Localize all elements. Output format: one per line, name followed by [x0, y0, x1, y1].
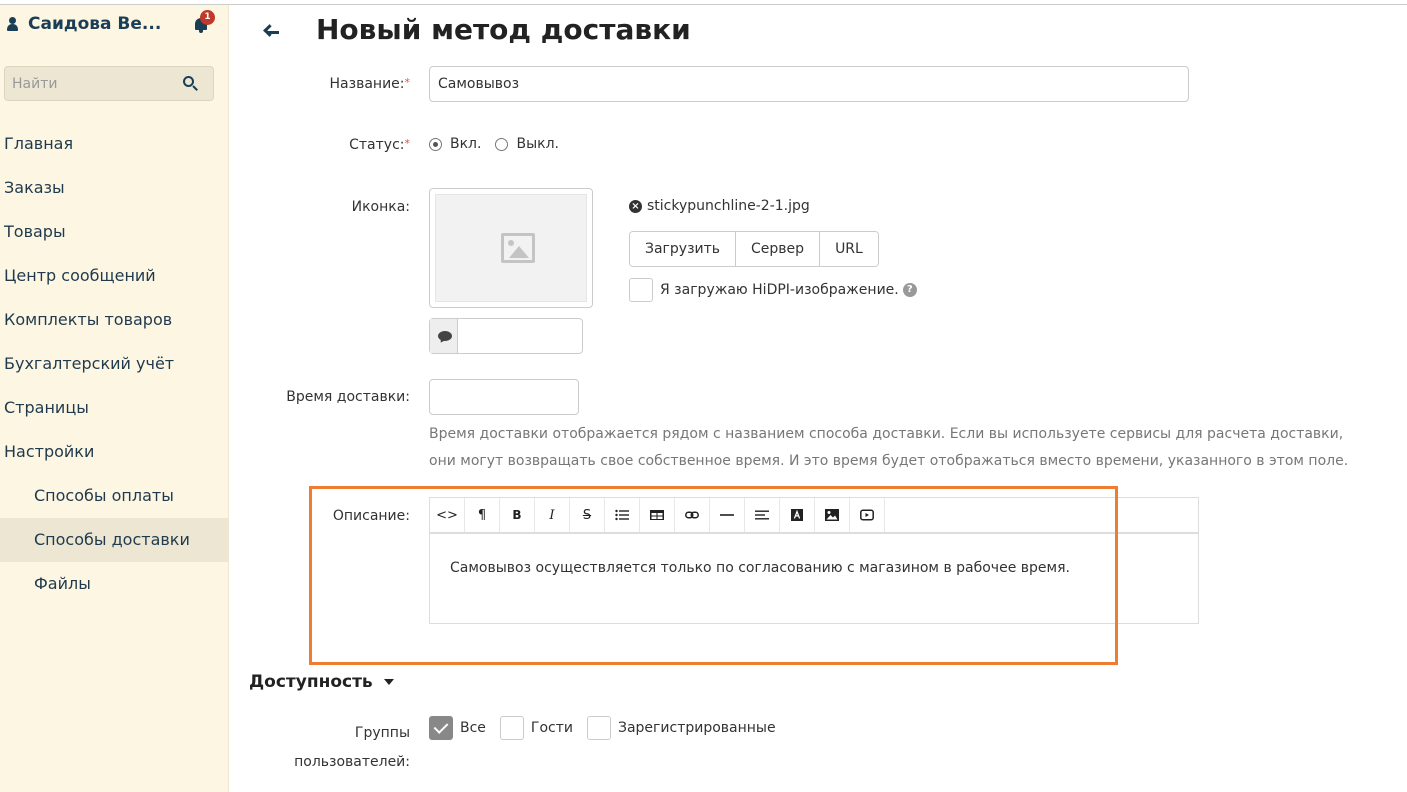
- sidebar-item-delivery-methods[interactable]: Способы доставки: [0, 518, 229, 562]
- italic-button[interactable]: I: [535, 498, 570, 532]
- sidebar-item-message-center[interactable]: Центр сообщений: [0, 254, 229, 298]
- availability-title: Доступность: [249, 672, 373, 692]
- search-box: [4, 66, 214, 101]
- hidpi-checkbox[interactable]: [629, 278, 653, 302]
- status-label: Статус:*: [260, 137, 410, 153]
- uploaded-file: × stickypunchline-2-1.jpg: [629, 198, 810, 214]
- back-arrow-icon[interactable]: [262, 22, 282, 42]
- status-on-radio[interactable]: [429, 137, 442, 151]
- status-on-label[interactable]: Вкл.: [450, 136, 481, 152]
- sidebar-item-accounting[interactable]: Бухгалтерский учёт: [0, 342, 229, 386]
- upload-button-group: Загрузить Сервер URL: [629, 231, 879, 267]
- horizontal-rule-icon[interactable]: [710, 498, 745, 532]
- search-icon[interactable]: [183, 76, 199, 92]
- user-icon: [6, 15, 20, 33]
- search-input[interactable]: [5, 67, 175, 100]
- name-input[interactable]: [429, 66, 1189, 102]
- name-label: Название:*: [260, 76, 410, 92]
- required-mark: *: [404, 76, 411, 89]
- strikethrough-button[interactable]: S: [570, 498, 605, 532]
- user-groups-label: Группы пользователей:: [294, 725, 410, 770]
- align-icon[interactable]: [745, 498, 780, 532]
- sidebar-item-products[interactable]: Товары: [0, 210, 229, 254]
- user-menu[interactable]: Саидова Ве...: [6, 14, 161, 34]
- group-registered-checkbox[interactable]: [586, 716, 611, 740]
- editor-toolbar: <> ¶ B I S: [430, 498, 1198, 534]
- comment-icon: [430, 319, 458, 353]
- font-color-icon[interactable]: [780, 498, 815, 532]
- delivery-time-input[interactable]: [429, 379, 579, 415]
- help-icon[interactable]: ?: [902, 283, 917, 297]
- sidebar-item-settings[interactable]: Настройки: [0, 430, 229, 474]
- group-option-registered[interactable]: Зарегистрированные: [586, 716, 776, 740]
- status-radio-group: Вкл. Выкл.: [429, 136, 573, 152]
- window-top-border: [0, 0, 1407, 5]
- name-label-text: Название:: [329, 76, 405, 92]
- insert-image-icon[interactable]: [815, 498, 850, 532]
- availability-toggle[interactable]: Доступность: [249, 672, 394, 692]
- delivery-time-label: Время доставки:: [286, 389, 410, 405]
- status-label-text: Статус:: [349, 137, 405, 153]
- hidpi-option: Я загружаю HiDPI-изображение. ?: [629, 278, 917, 302]
- icon-alt-group: [429, 318, 583, 354]
- group-option-guests[interactable]: Гости: [499, 716, 573, 740]
- group-registered-label[interactable]: Зарегистрированные: [618, 720, 776, 736]
- table-icon[interactable]: [640, 498, 675, 532]
- server-button[interactable]: Сервер: [736, 232, 821, 266]
- description-text[interactable]: Самовывоз осуществляется только по согла…: [430, 534, 1198, 602]
- user-name[interactable]: Саидова Ве...: [28, 14, 161, 34]
- group-guests-label[interactable]: Гости: [531, 720, 573, 736]
- sidebar-item-pages[interactable]: Страницы: [0, 386, 229, 430]
- caret-down-icon: [383, 679, 394, 685]
- group-all-label[interactable]: Все: [460, 720, 486, 736]
- description-label: Описание:: [332, 508, 410, 524]
- sidebar-item-product-bundles[interactable]: Комплекты товаров: [0, 298, 229, 342]
- group-option-all[interactable]: Все: [429, 716, 486, 740]
- sidebar-item-home[interactable]: Главная: [0, 122, 229, 166]
- image-placeholder-icon: [501, 233, 535, 263]
- sidebar: Саидова Ве... 1 Главная Заказы Товары Це…: [0, 0, 229, 792]
- icon-preview[interactable]: [429, 188, 593, 308]
- page-title: Новый метод доставки: [316, 13, 691, 46]
- group-guests-checkbox[interactable]: [499, 716, 524, 740]
- html-source-button[interactable]: <>: [430, 498, 465, 532]
- bold-button[interactable]: B: [500, 498, 535, 532]
- icon-label: Иконка:: [351, 199, 410, 215]
- sidebar-item-orders[interactable]: Заказы: [0, 166, 229, 210]
- description-editor: <> ¶ B I S Самовывоз осуществляется толь…: [429, 497, 1199, 624]
- insert-video-icon[interactable]: [850, 498, 885, 532]
- remove-file-icon[interactable]: ×: [629, 199, 642, 213]
- url-button[interactable]: URL: [820, 232, 878, 266]
- hidpi-label[interactable]: Я загружаю HiDPI-изображение.: [660, 282, 899, 298]
- notification-badge[interactable]: 1: [200, 10, 215, 25]
- bulleted-list-icon[interactable]: [605, 498, 640, 532]
- link-icon[interactable]: [675, 498, 710, 532]
- group-all-checkbox[interactable]: [429, 716, 453, 740]
- status-off-label[interactable]: Выкл.: [516, 136, 559, 152]
- paragraph-button[interactable]: ¶: [465, 498, 500, 532]
- status-off-radio[interactable]: [495, 137, 509, 151]
- user-groups-options: Все Гости Зарегистрированные: [429, 716, 790, 740]
- required-mark: *: [404, 137, 411, 150]
- sidebar-item-files[interactable]: Файлы: [0, 562, 229, 606]
- upload-button[interactable]: Загрузить: [630, 232, 737, 266]
- icon-alt-input[interactable]: [458, 319, 578, 353]
- sidebar-item-payment-methods[interactable]: Способы оплаты: [0, 474, 229, 518]
- delivery-time-hint: Время доставки отображается рядом с назв…: [429, 426, 1349, 469]
- file-name: stickypunchline-2-1.jpg: [647, 198, 810, 214]
